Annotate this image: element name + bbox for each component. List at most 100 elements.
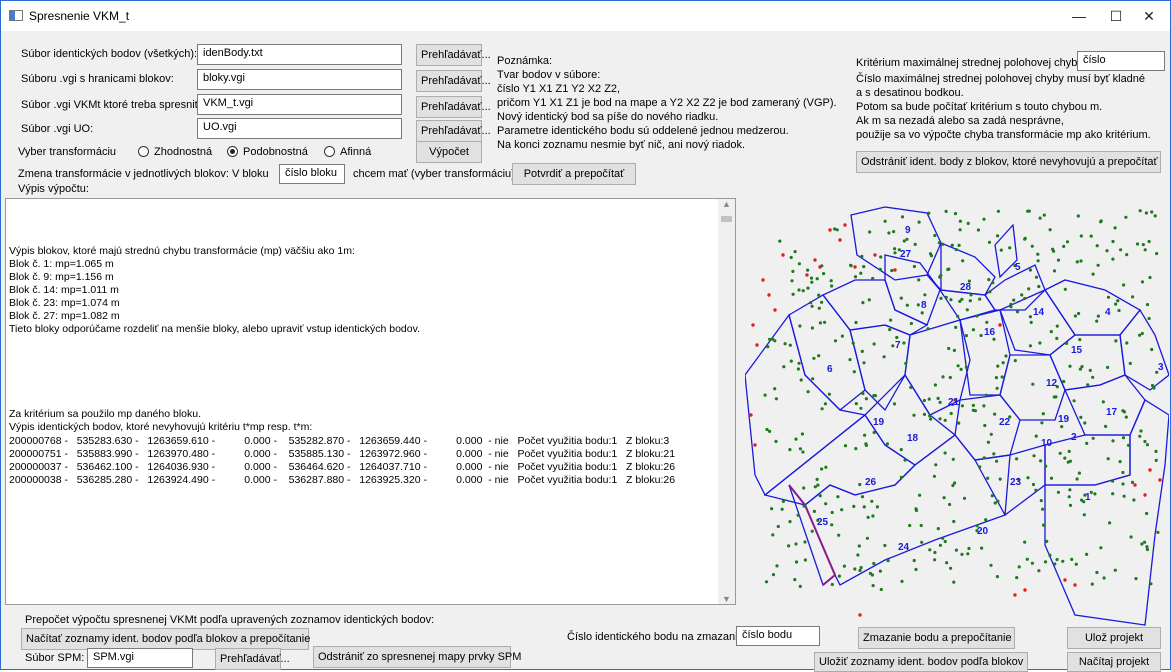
- ident-point: [789, 359, 793, 363]
- ident-point: [1155, 252, 1159, 256]
- ident-point: [854, 447, 858, 451]
- ident-point: [816, 483, 820, 487]
- blocks-file-field[interactable]: bloky.vgi: [197, 69, 402, 90]
- ident-point: [952, 519, 956, 524]
- spm-file-field[interactable]: SPM.vgi: [87, 648, 193, 668]
- ident-point: [905, 237, 909, 241]
- ident-point: [853, 567, 857, 571]
- ident-point: [976, 228, 980, 232]
- ident-points-field[interactable]: idenBody.txt: [197, 44, 402, 65]
- remove-spm-button[interactable]: Odstrániť zo spresnenej mapy prvky SPM: [313, 646, 521, 668]
- browse-blocks-file-button[interactable]: Prehľadávať...: [416, 70, 491, 92]
- ident-point: [810, 304, 814, 308]
- block-number-label: 7: [895, 340, 901, 351]
- ident-point: [984, 518, 988, 522]
- ident-point: [892, 402, 897, 406]
- compute-button[interactable]: Výpočet: [416, 141, 482, 163]
- ident-point: [774, 439, 778, 443]
- block-number-label: 22: [999, 417, 1011, 428]
- ident-point: [871, 514, 875, 518]
- radio-podobnostna-label: Podobnostná: [243, 146, 308, 158]
- save-project-button[interactable]: Ulož projekt: [1067, 627, 1161, 649]
- block-number-input[interactable]: číslo bloku: [279, 164, 345, 184]
- ident-point: [770, 507, 774, 511]
- ident-point: [1076, 214, 1080, 218]
- browse-uo-file-button[interactable]: Prehľadávať...: [416, 120, 491, 142]
- ident-point: [1034, 275, 1039, 279]
- ident-point: [1031, 382, 1035, 386]
- ident-point: [996, 234, 1000, 238]
- ident-point: [1049, 476, 1054, 480]
- ident-point: [1060, 425, 1064, 429]
- ident-point: [798, 324, 802, 328]
- radio-zhodnostna[interactable]: [138, 146, 149, 157]
- radio-podobnostna[interactable]: [227, 146, 238, 157]
- ident-point: [837, 574, 841, 578]
- ident-point: [872, 394, 876, 398]
- ident-point: [888, 328, 892, 332]
- invalid-point: [755, 343, 759, 347]
- radio-afinna[interactable]: [324, 146, 335, 157]
- ident-point: [885, 442, 889, 446]
- vkmt-file-field[interactable]: VKM_t.vgi: [197, 94, 402, 115]
- block-number-label: 28: [960, 282, 972, 293]
- ident-point: [998, 477, 1002, 481]
- criterion-input[interactable]: číslo: [1077, 51, 1165, 71]
- ident-point: [797, 262, 801, 266]
- ident-point: [1044, 464, 1048, 468]
- save-lists-button[interactable]: Uložiť zoznamy ident. bodov podľa blokov: [814, 652, 1028, 672]
- output-line: Blok č. 23: mp=1.074 m: [9, 297, 120, 309]
- ident-point: [983, 423, 987, 428]
- ident-point: [843, 444, 848, 448]
- ident-point: [1012, 298, 1016, 302]
- ident-point: [1106, 295, 1111, 299]
- ident-point: [1111, 479, 1115, 483]
- ident-point: [1026, 209, 1030, 213]
- ident-point: [796, 367, 800, 371]
- ident-point: [809, 276, 814, 280]
- scroll-down-icon[interactable]: ▼: [718, 594, 735, 604]
- block-boundary: [1044, 279, 1141, 336]
- ident-point: [908, 523, 912, 528]
- confirm-recalc-button[interactable]: Potvrdiť a prepočítať: [512, 163, 636, 185]
- ident-point: [1085, 441, 1089, 445]
- browse-spm-button[interactable]: Prehľadávať...: [215, 648, 290, 670]
- ident-point: [1118, 460, 1122, 464]
- output-textarea[interactable]: Výpis blokov, ktoré majú strednú chybu t…: [5, 198, 736, 605]
- uo-file-field[interactable]: UO.vgi: [197, 118, 402, 139]
- ident-point: [1113, 226, 1117, 230]
- ident-point: [1117, 308, 1121, 313]
- block-number-label: 6: [827, 364, 833, 375]
- note-line: Nový identický bod sa píše do nového ria…: [497, 111, 719, 123]
- delete-point-input[interactable]: číslo bodu: [736, 626, 820, 646]
- scroll-up-icon[interactable]: ▲: [718, 199, 735, 209]
- ident-point: [1039, 499, 1043, 503]
- ident-point: [788, 448, 792, 452]
- remove-invalid-points-button[interactable]: Odstrániť ident. body z blokov, ktoré ne…: [856, 151, 1161, 173]
- scroll-thumb[interactable]: [721, 216, 732, 222]
- ident-point: [801, 450, 805, 454]
- load-project-button[interactable]: Načítaj projekt: [1067, 652, 1161, 672]
- ident-point: [1061, 559, 1065, 563]
- ident-point: [1056, 490, 1060, 494]
- delete-point-button[interactable]: Zmazanie bodu a prepočítanie: [858, 627, 1015, 649]
- ident-point: [1008, 246, 1012, 250]
- close-button[interactable]: ✕: [1126, 1, 1171, 31]
- browse-vkmt-file-button[interactable]: Prehľadávať...: [416, 96, 491, 118]
- ident-point: [1055, 557, 1059, 562]
- app-icon: [9, 10, 23, 21]
- ident-point: [1142, 540, 1147, 544]
- ident-point: [927, 397, 931, 401]
- ident-point: [812, 356, 816, 360]
- browse-ident-points-button[interactable]: Prehľadávať...: [416, 44, 491, 66]
- load-lists-button[interactable]: Načítať zoznamy ident. bodov podľa bloko…: [21, 628, 310, 650]
- invalid-point: [1013, 593, 1017, 597]
- ident-point: [872, 561, 876, 566]
- ident-point: [862, 361, 866, 365]
- invalid-point: [893, 268, 897, 272]
- ident-point: [895, 335, 899, 340]
- output-scrollbar[interactable]: ▲ ▼: [718, 199, 735, 604]
- ident-point: [1067, 495, 1071, 499]
- ident-point: [1131, 295, 1135, 299]
- ident-point: [1091, 375, 1095, 379]
